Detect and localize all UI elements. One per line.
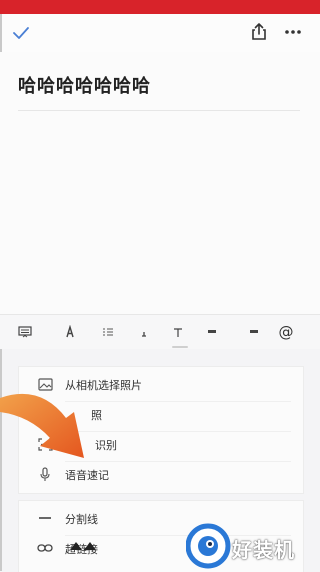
menu-item-label: 分割线 bbox=[65, 513, 98, 526]
list-icon[interactable] bbox=[100, 315, 116, 349]
share-icon[interactable] bbox=[248, 21, 270, 43]
mention-icon[interactable]: @ bbox=[276, 315, 296, 349]
partial-icon bbox=[70, 542, 96, 550]
keyboard-icon[interactable] bbox=[16, 315, 34, 349]
note-title[interactable]: 哈哈哈哈哈哈哈 bbox=[18, 72, 151, 98]
watermark-text: 好装机 bbox=[232, 538, 295, 562]
format-toolbar: @ bbox=[0, 314, 320, 349]
divider-icon bbox=[37, 510, 53, 526]
checkbox-icon[interactable] bbox=[136, 315, 152, 349]
top-status-bar bbox=[0, 0, 320, 14]
orange-arrow-icon bbox=[0, 393, 84, 458]
link-icon bbox=[37, 540, 53, 556]
attachment-icon[interactable] bbox=[246, 315, 262, 349]
text-format-icon[interactable] bbox=[62, 315, 78, 349]
drag-handle[interactable] bbox=[172, 346, 188, 348]
indent-icon[interactable] bbox=[170, 315, 186, 349]
more-icon[interactable] bbox=[282, 21, 304, 43]
image-icon[interactable] bbox=[204, 315, 220, 349]
app-header bbox=[0, 14, 320, 52]
check-icon[interactable] bbox=[10, 22, 32, 44]
title-divider bbox=[18, 110, 300, 111]
